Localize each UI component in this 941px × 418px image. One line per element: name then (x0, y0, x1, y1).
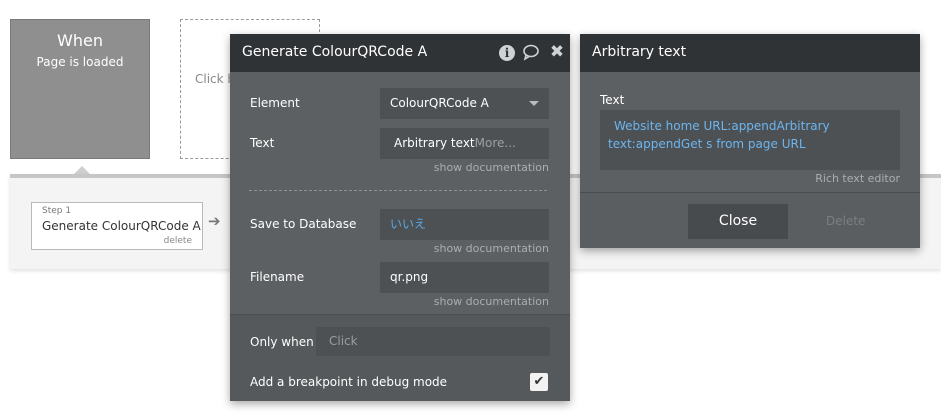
panel-title: Generate ColourQRCode A (242, 44, 428, 60)
separator (249, 190, 547, 191)
step-delete-link[interactable]: delete (164, 236, 192, 246)
delete-button[interactable]: Delete (826, 214, 865, 228)
text-label: Text (600, 93, 625, 107)
arrow-right-icon: ➔ (208, 212, 221, 230)
arbitrary-text-panel: Arbitrary text Text Website home URL:app… (580, 34, 920, 248)
rich-text-editor-link[interactable]: Rich text editor (815, 172, 900, 185)
panel-footer: Close Delete (580, 192, 920, 248)
step-name: Generate ColourQRCode A (42, 219, 201, 233)
expression-editor[interactable]: Website home URL:appendArbitrary text:ap… (600, 110, 900, 170)
save-to-database-label: Save to Database (250, 217, 357, 231)
save-to-database-field[interactable]: いいえ (380, 209, 549, 240)
event-card-when[interactable]: When Page is loaded (10, 19, 150, 159)
close-button[interactable]: Close (688, 204, 788, 239)
show-documentation-link[interactable]: show documentation (434, 242, 549, 255)
more-link[interactable]: More... (475, 136, 516, 150)
breakpoint-label: Add a breakpoint in debug mode (250, 375, 448, 389)
panel-header: Generate ColourQRCode A i ✖ (230, 34, 570, 72)
element-label: Element (250, 96, 300, 110)
info-icon[interactable]: i (498, 43, 516, 61)
comment-icon[interactable] (522, 43, 540, 61)
element-dropdown[interactable]: ColourQRCode A (380, 88, 549, 119)
event-title: When (57, 31, 103, 50)
conditions-area: Only when Click Add a breakpoint in debu… (230, 314, 570, 401)
breakpoint-checkbox[interactable]: ✔ (530, 373, 548, 391)
only-when-field[interactable]: Click (316, 327, 550, 356)
step-number: Step 1 (42, 206, 72, 216)
text-field[interactable]: Arbitrary textMore... (380, 128, 549, 159)
chevron-down-icon (529, 101, 539, 106)
event-subtitle: Page is loaded (36, 55, 124, 69)
panel-title: Arbitrary text (592, 44, 687, 60)
panel-header: Arbitrary text (580, 34, 920, 72)
show-documentation-link[interactable]: show documentation (434, 161, 549, 174)
text-value: Arbitrary text (394, 136, 475, 150)
show-documentation-link[interactable]: show documentation (434, 295, 549, 308)
step-card[interactable]: Step 1 Generate ColourQRCode A delete (31, 202, 203, 250)
only-when-label: Only when (250, 335, 314, 349)
element-value: ColourQRCode A (390, 96, 489, 110)
save-to-database-value: いいえ (390, 217, 427, 231)
action-properties-panel: Generate ColourQRCode A i ✖ Element Colo… (230, 34, 570, 401)
expression-line: Website home URL:appendArbitrary (614, 119, 830, 133)
filename-value: qr.png (390, 270, 429, 284)
close-icon[interactable]: ✖ (548, 43, 566, 61)
text-label: Text (250, 136, 275, 150)
selected-pointer (74, 166, 90, 174)
add-event-text: Click h (195, 72, 236, 86)
filename-field[interactable]: qr.png (380, 262, 549, 293)
filename-label: Filename (250, 270, 305, 284)
expression-line: text:appendGet s from page URL (608, 137, 806, 151)
